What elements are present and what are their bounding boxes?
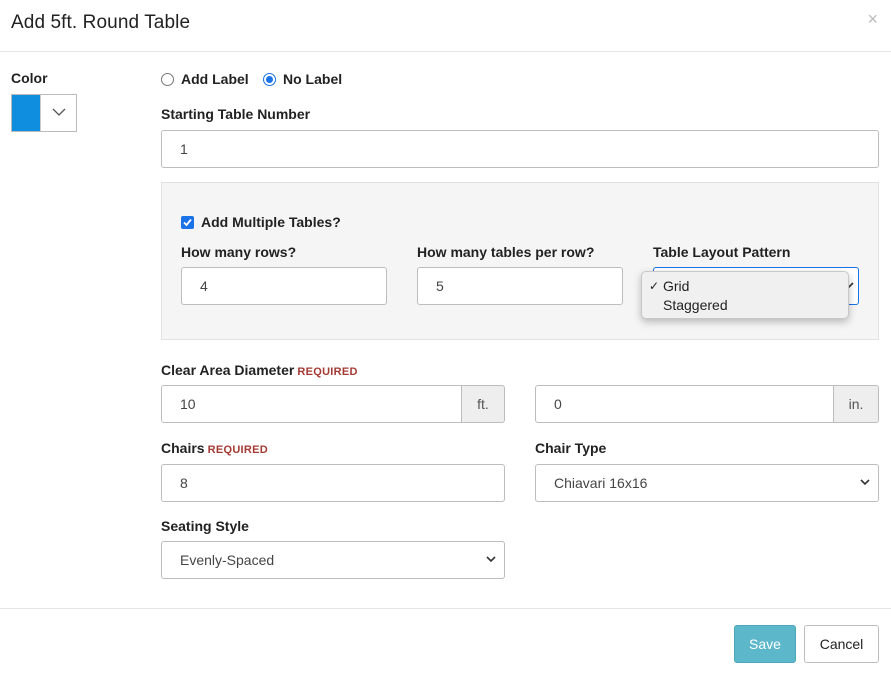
chairs-label: Chairs REQUIRED <box>161 440 268 456</box>
add-multiple-checkbox[interactable]: Add Multiple Tables? <box>181 214 341 230</box>
chairs-label-text: Chairs <box>161 440 205 456</box>
rows-input[interactable]: 4 <box>181 267 387 305</box>
save-button[interactable]: Save <box>734 625 796 663</box>
checkbox-checked-icon[interactable] <box>181 215 194 229</box>
clear-area-in-input[interactable]: 0 <box>535 385 834 423</box>
chair-type-label: Chair Type <box>535 440 607 456</box>
per-row-label: How many tables per row? <box>417 244 595 260</box>
layout-option-grid-label: Grid <box>663 278 690 294</box>
clear-area-ft-input[interactable]: 10 <box>161 385 462 423</box>
modal-header: Add 5ft. Round Table × <box>0 0 891 52</box>
checkmark-icon: ✓ <box>649 279 660 293</box>
cancel-button[interactable]: Cancel <box>804 625 879 663</box>
color-picker[interactable] <box>11 94 77 132</box>
color-label: Color <box>11 70 48 86</box>
clear-area-label-text: Clear Area Diameter <box>161 362 295 378</box>
radio-no-label[interactable]: No Label <box>263 71 342 87</box>
chair-type-value: Chiavari 16x16 <box>554 475 648 491</box>
in-unit-addon: in. <box>834 385 879 423</box>
close-icon[interactable]: × <box>867 10 878 28</box>
seating-style-value: Evenly-Spaced <box>180 552 275 568</box>
rows-label: How many rows? <box>181 244 297 260</box>
layout-pattern-dropdown[interactable]: ✓ Grid Staggered <box>641 271 849 319</box>
chevron-down-icon <box>486 556 496 563</box>
color-swatch[interactable] <box>12 95 40 131</box>
layout-pattern-label: Table Layout Pattern <box>653 244 791 260</box>
seating-style-label: Seating Style <box>161 518 249 534</box>
clear-area-label: Clear Area Diameter REQUIRED <box>161 362 358 378</box>
radio-add-label-dot[interactable] <box>161 72 174 86</box>
starting-table-label: Starting Table Number <box>161 106 311 122</box>
layout-option-grid[interactable]: ✓ Grid <box>642 277 848 296</box>
radio-no-label-dot[interactable] <box>263 72 276 86</box>
chairs-input[interactable]: 8 <box>161 464 505 502</box>
color-dropdown-toggle[interactable] <box>40 95 76 131</box>
required-badge: REQUIRED <box>207 444 269 456</box>
radio-add-label[interactable]: Add Label <box>161 71 249 87</box>
required-badge: REQUIRED <box>297 366 358 378</box>
ft-unit-addon: ft. <box>462 385 505 423</box>
modal-title: Add 5ft. Round Table <box>11 12 191 33</box>
radio-add-label-text: Add Label <box>181 71 249 87</box>
layout-option-staggered-label: Staggered <box>663 297 728 313</box>
layout-option-staggered[interactable]: Staggered <box>642 296 848 315</box>
seating-style-select[interactable]: Evenly-Spaced <box>161 541 505 579</box>
chevron-down-icon <box>52 108 66 116</box>
add-multiple-label: Add Multiple Tables? <box>201 214 341 230</box>
per-row-input[interactable]: 5 <box>417 267 623 305</box>
chair-type-select[interactable]: Chiavari 16x16 <box>535 464 879 502</box>
starting-table-input[interactable]: 1 <box>161 130 879 168</box>
chevron-down-icon <box>860 479 870 486</box>
radio-no-label-text: No Label <box>283 71 343 87</box>
